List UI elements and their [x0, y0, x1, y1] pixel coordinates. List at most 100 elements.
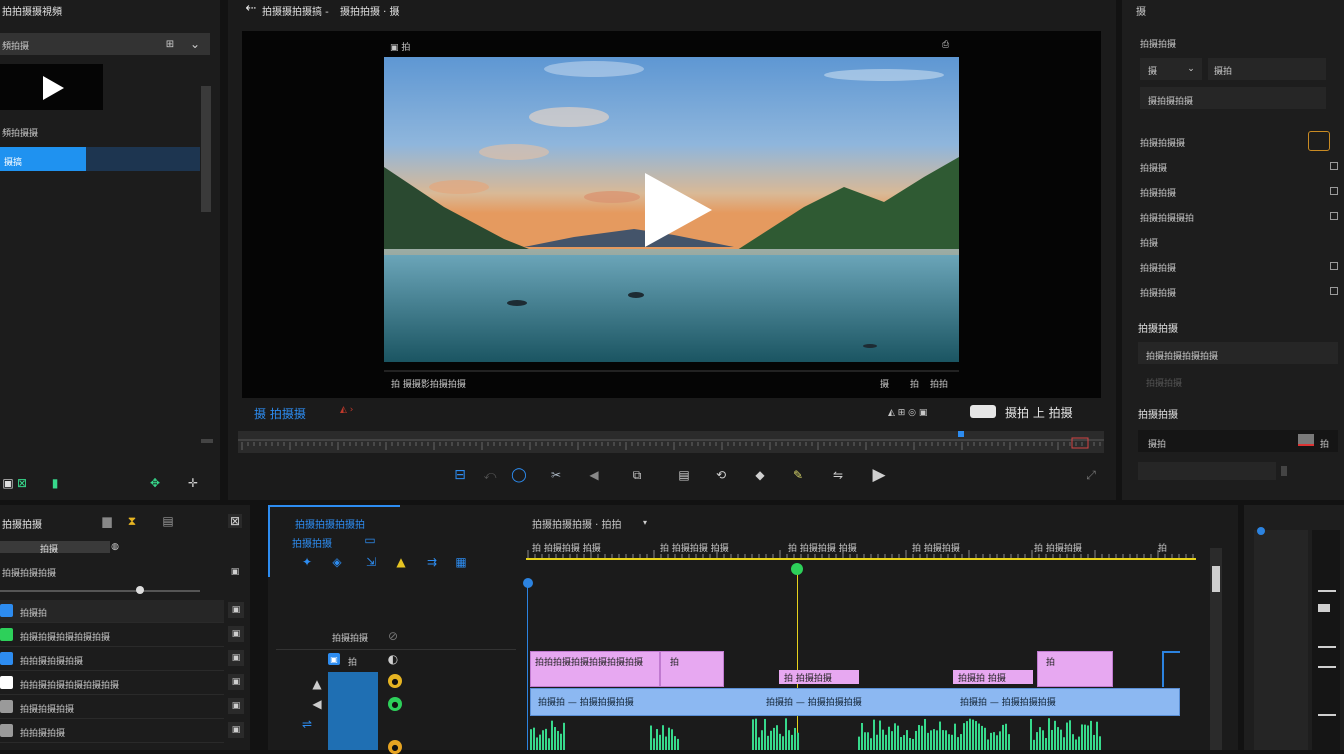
chevron-down-icon[interactable]: ⌄	[188, 37, 202, 51]
volume-icon[interactable]: ◀	[311, 697, 323, 711]
list-icon[interactable]: ▣	[230, 566, 240, 578]
marker-icon[interactable]: ▮	[50, 476, 60, 490]
bin-icon[interactable]: ⊠	[16, 476, 28, 490]
step-back-icon[interactable]: ◀	[586, 466, 602, 484]
media-scrollbar[interactable]	[201, 86, 211, 212]
waveform-bar	[951, 734, 953, 750]
waveform-bar	[963, 723, 965, 750]
track-list-divider-knob[interactable]	[136, 586, 144, 594]
settings-icon[interactable]: ▤	[160, 514, 176, 528]
chevron-down-icon[interactable]: ▾	[640, 516, 650, 528]
inspector-value-swatch[interactable]	[1298, 434, 1314, 446]
inspector-checkbox[interactable]	[1330, 262, 1338, 270]
marker-icon[interactable]: ⧗	[125, 514, 139, 528]
waveform-bar	[767, 735, 769, 750]
video-frame[interactable]	[384, 57, 959, 362]
mark-in-icon[interactable]: ⊟	[452, 466, 468, 484]
timeline-scroll-handle[interactable]	[1212, 566, 1220, 592]
monitor-status-right-1: 摄	[880, 380, 890, 390]
inspector-dropdown-1-label: 摄	[1148, 67, 1158, 77]
viewer-timeline-ruler[interactable]	[238, 431, 1104, 453]
track-options-icon[interactable]: ▣	[228, 626, 244, 642]
zoom-icons[interactable]: ◭ ⊞ ◎ ▣	[888, 408, 927, 418]
waveform-bar	[653, 738, 655, 750]
folder-icon[interactable]: ▆	[100, 514, 114, 528]
track-list-subtitle: 拍摄拍摄拍摄	[2, 569, 57, 579]
link-icon[interactable]: ⧉	[624, 466, 650, 484]
in-point-marker[interactable]	[523, 578, 533, 588]
grid-view-icon[interactable]: ⊞	[163, 37, 177, 51]
trim-icon[interactable]: ⇋	[829, 466, 847, 484]
badge-green-icon[interactable]: ●	[388, 697, 402, 711]
waveform-bar	[1045, 738, 1047, 750]
snap-icon[interactable]: ▭	[362, 533, 378, 547]
media-thumbnail[interactable]	[0, 64, 103, 110]
loop-icon[interactable]: ◯	[511, 466, 527, 484]
monitor-overlay-right[interactable]: ⎙	[942, 40, 949, 50]
add-icon[interactable]: ✛	[186, 476, 200, 490]
track-color-swatch	[0, 604, 13, 617]
waveform-bar	[891, 731, 893, 750]
grid-icon[interactable]: ▦	[454, 555, 468, 569]
badge-orange-icon[interactable]: ●	[388, 740, 402, 754]
media-list-selected-label: 摄搞	[4, 158, 23, 168]
undo-icon[interactable]: ⤺	[482, 466, 498, 484]
clip-end-marker[interactable]	[1162, 651, 1180, 687]
effects-icon[interactable]: ✥	[148, 476, 162, 490]
waveform-bar	[1096, 721, 1098, 750]
media-search-row[interactable]	[0, 33, 210, 55]
overwrite-icon[interactable]: ▤	[676, 466, 692, 484]
track-options-icon[interactable]: ▣	[228, 722, 244, 738]
inspector-checkbox[interactable]	[1330, 287, 1338, 295]
play-icon[interactable]	[642, 170, 714, 250]
audio-clip-icon[interactable]: ▲	[311, 677, 323, 691]
play-button[interactable]: ▶	[870, 465, 888, 485]
inspector-checkbox[interactable]	[1330, 187, 1338, 195]
meter-channel[interactable]	[1254, 530, 1308, 750]
media-scroll-handle[interactable]	[201, 439, 213, 443]
waveform-bar	[539, 734, 541, 750]
inspector-checkbox[interactable]	[1330, 162, 1338, 170]
chevron-down-icon[interactable]: ⌄	[1186, 62, 1196, 76]
inspector-checkbox[interactable]	[1330, 212, 1338, 220]
folder-icon[interactable]: ▣	[2, 476, 14, 490]
keyframe-button[interactable]	[1308, 131, 1330, 151]
expand-icon[interactable]: ⤢	[1084, 467, 1098, 483]
link-icon[interactable]: ⊘	[386, 629, 400, 643]
mute-icon[interactable]: ⇌	[300, 717, 314, 731]
lock-icon[interactable]: ▣	[328, 653, 340, 665]
razor-icon[interactable]: ◈	[330, 555, 344, 569]
monitor-scrub-line[interactable]	[384, 370, 959, 372]
back-arrow-icon[interactable]: ⇠	[244, 0, 258, 16]
badge-yellow-icon[interactable]: ●	[388, 674, 402, 688]
waveform-bar	[554, 727, 556, 750]
resolution-toggle[interactable]	[970, 405, 996, 418]
track-options-icon[interactable]: ▣	[228, 674, 244, 690]
track-options-icon[interactable]: ▣	[228, 650, 244, 666]
export-frame-icon[interactable]: ✎	[790, 466, 806, 484]
track-options-icon[interactable]: ▣	[228, 698, 244, 714]
waveform-bar	[894, 723, 896, 750]
move-icon[interactable]: ✦	[300, 555, 314, 569]
ripple-icon[interactable]: ⇉	[422, 555, 442, 569]
track-target-selector[interactable]	[328, 672, 378, 750]
inspector-slider[interactable]	[1138, 462, 1276, 480]
cut-icon[interactable]: ✂	[548, 466, 564, 484]
waveform-bar	[1078, 736, 1080, 750]
close-icon[interactable]: ⊠	[228, 514, 242, 528]
inspector-slider-knob[interactable]	[1281, 466, 1287, 476]
waveform-track[interactable]	[530, 716, 1178, 750]
playhead-handle[interactable]	[791, 563, 803, 575]
slip-icon[interactable]: ⇲	[362, 555, 380, 569]
waveform-bar	[978, 723, 980, 750]
track-list-divider[interactable]	[0, 590, 200, 592]
replace-icon[interactable]: ⟲	[712, 466, 730, 484]
track-options-icon[interactable]: ▣	[228, 602, 244, 618]
waveform-bar	[861, 722, 863, 750]
eye-icon[interactable]: ◐	[386, 652, 400, 666]
warning-icon[interactable]: ▲	[394, 555, 408, 569]
lift-icon[interactable]: ◆	[752, 466, 768, 484]
timeline-ruler[interactable]	[522, 536, 1198, 562]
meter-channel[interactable]	[1312, 530, 1340, 750]
clock-icon[interactable]: ◍	[110, 541, 120, 553]
